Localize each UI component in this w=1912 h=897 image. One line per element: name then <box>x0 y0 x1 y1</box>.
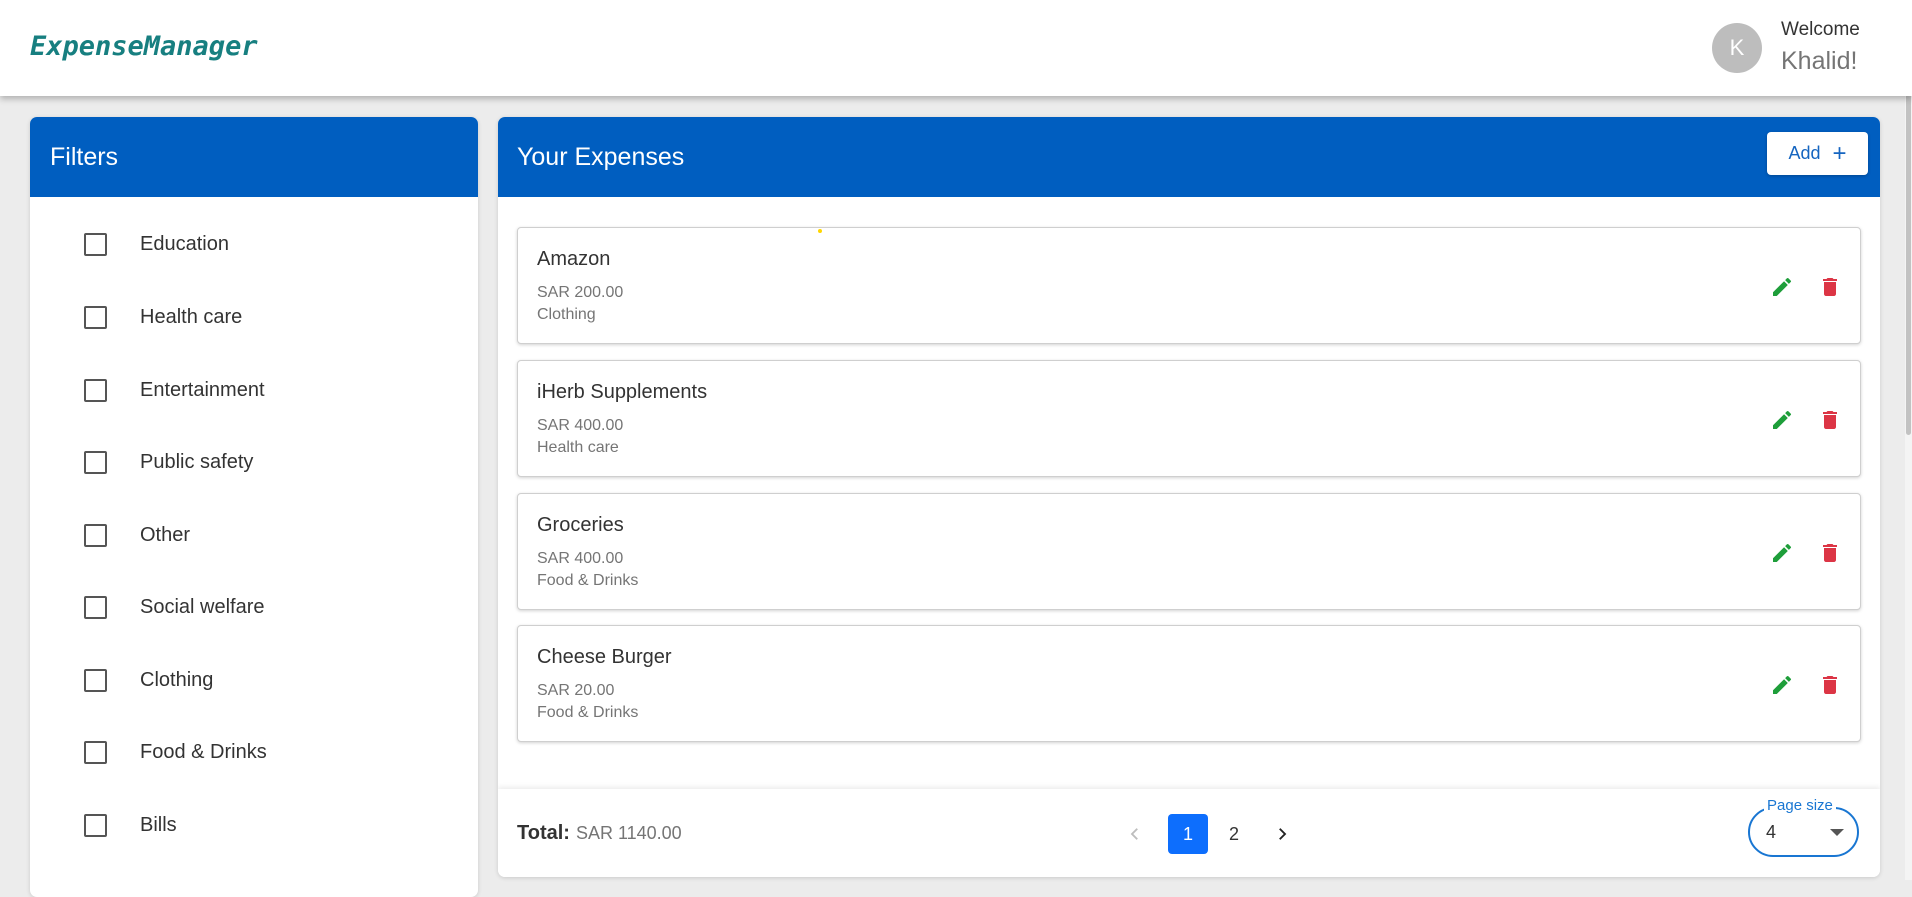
chevron-left-icon[interactable] <box>1115 814 1155 854</box>
expense-card: iHerb Supplements SAR 400.00 Health care <box>517 360 1861 477</box>
brand-logo[interactable]: ExpenseManager <box>30 31 258 62</box>
expense-card: Groceries SAR 400.00 Food & Drinks <box>517 493 1861 610</box>
total-label: Total: <box>517 821 570 844</box>
trash-icon[interactable] <box>1818 673 1842 697</box>
expense-amount: SAR 400.00 <box>537 417 624 434</box>
caret-down-icon <box>1830 829 1844 836</box>
trash-icon[interactable] <box>1818 541 1842 565</box>
total-summary: Total: SAR 1140.00 <box>517 789 682 877</box>
plus-icon: + <box>1832 139 1847 167</box>
filter-item-other[interactable]: Other <box>30 510 478 560</box>
expense-name: Groceries <box>537 514 624 536</box>
expense-card: Cheese Burger SAR 20.00 Food & Drinks <box>517 625 1861 742</box>
filter-label: Food & Drinks <box>140 740 267 763</box>
page-size-select[interactable]: Page size 4 <box>1748 797 1859 857</box>
food-drinks-checkbox[interactable] <box>84 740 107 764</box>
expenses-footer: Total: SAR 1140.00 1 2 Page size 4 <box>498 789 1880 877</box>
page-size-label: Page size <box>1764 797 1836 814</box>
pencil-icon[interactable] <box>1770 275 1794 299</box>
pencil-icon[interactable] <box>1770 408 1794 432</box>
filter-label: Bills <box>140 813 177 836</box>
expense-name: Cheese Burger <box>537 646 672 668</box>
add-expense-button[interactable]: Add + <box>1767 132 1868 175</box>
welcome-text: Welcome <box>1781 19 1860 40</box>
chevron-right-icon[interactable] <box>1262 814 1302 854</box>
expense-category: Health care <box>537 439 619 456</box>
expense-name: Amazon <box>537 248 611 270</box>
expenses-header: Your Expenses Add + <box>498 117 1880 197</box>
pencil-icon[interactable] <box>1770 541 1794 565</box>
app-bar: ExpenseManager K Welcome Khalid! <box>0 0 1912 96</box>
filters-title: Filters <box>50 142 119 171</box>
clothing-checkbox[interactable] <box>84 668 107 692</box>
add-button-label: Add <box>1788 143 1821 163</box>
page-button-1[interactable]: 1 <box>1168 814 1208 854</box>
health-care-checkbox[interactable] <box>84 305 107 329</box>
filter-label: Social welfare <box>140 595 265 618</box>
filter-label: Public safety <box>140 450 254 473</box>
education-checkbox[interactable] <box>84 232 107 256</box>
filter-label: Education <box>140 232 229 255</box>
expense-card: Amazon SAR 200.00 Clothing <box>517 227 1861 344</box>
page-button-2[interactable]: 2 <box>1214 814 1254 854</box>
user-name: Khalid! <box>1781 47 1858 75</box>
expense-category: Clothing <box>537 306 596 323</box>
cursor-dot <box>818 229 822 233</box>
expense-category: Food & Drinks <box>537 572 639 589</box>
pencil-icon[interactable] <box>1770 673 1794 697</box>
bills-checkbox[interactable] <box>84 813 107 837</box>
expenses-panel: Your Expenses Add + Amazon SAR 200.00 Cl… <box>498 117 1880 877</box>
social-welfare-checkbox[interactable] <box>84 595 107 619</box>
entertainment-checkbox[interactable] <box>84 378 107 402</box>
filter-item-education[interactable]: Education <box>30 219 478 269</box>
filters-header: Filters <box>30 117 478 197</box>
expense-category: Food & Drinks <box>537 704 639 721</box>
expense-name: iHerb Supplements <box>537 381 708 403</box>
filter-item-entertainment[interactable]: Entertainment <box>30 365 478 415</box>
filter-item-food-drinks[interactable]: Food & Drinks <box>30 727 478 777</box>
expenses-title: Your Expenses <box>517 142 685 171</box>
expense-amount: SAR 400.00 <box>537 550 624 567</box>
trash-icon[interactable] <box>1818 408 1842 432</box>
filter-item-health-care[interactable]: Health care <box>30 292 478 342</box>
filter-item-public-safety[interactable]: Public safety <box>30 437 478 487</box>
expense-amount: SAR 200.00 <box>537 284 624 301</box>
filter-label: Entertainment <box>140 378 265 401</box>
filter-item-social-welfare[interactable]: Social welfare <box>30 582 478 632</box>
filter-label: Clothing <box>140 668 214 691</box>
filter-label: Health care <box>140 305 243 328</box>
page-size-value: 4 <box>1766 822 1777 842</box>
other-checkbox[interactable] <box>84 523 107 547</box>
filter-item-bills[interactable]: Bills <box>30 800 478 850</box>
total-value: SAR 1140.00 <box>575 822 682 843</box>
filters-panel: Filters Education Health care Entertainm… <box>30 117 478 897</box>
avatar[interactable]: K <box>1712 23 1762 73</box>
public-safety-checkbox[interactable] <box>84 450 107 474</box>
trash-icon[interactable] <box>1818 275 1842 299</box>
filter-label: Other <box>140 523 191 546</box>
expense-amount: SAR 20.00 <box>537 682 615 699</box>
filter-item-clothing[interactable]: Clothing <box>30 655 478 705</box>
